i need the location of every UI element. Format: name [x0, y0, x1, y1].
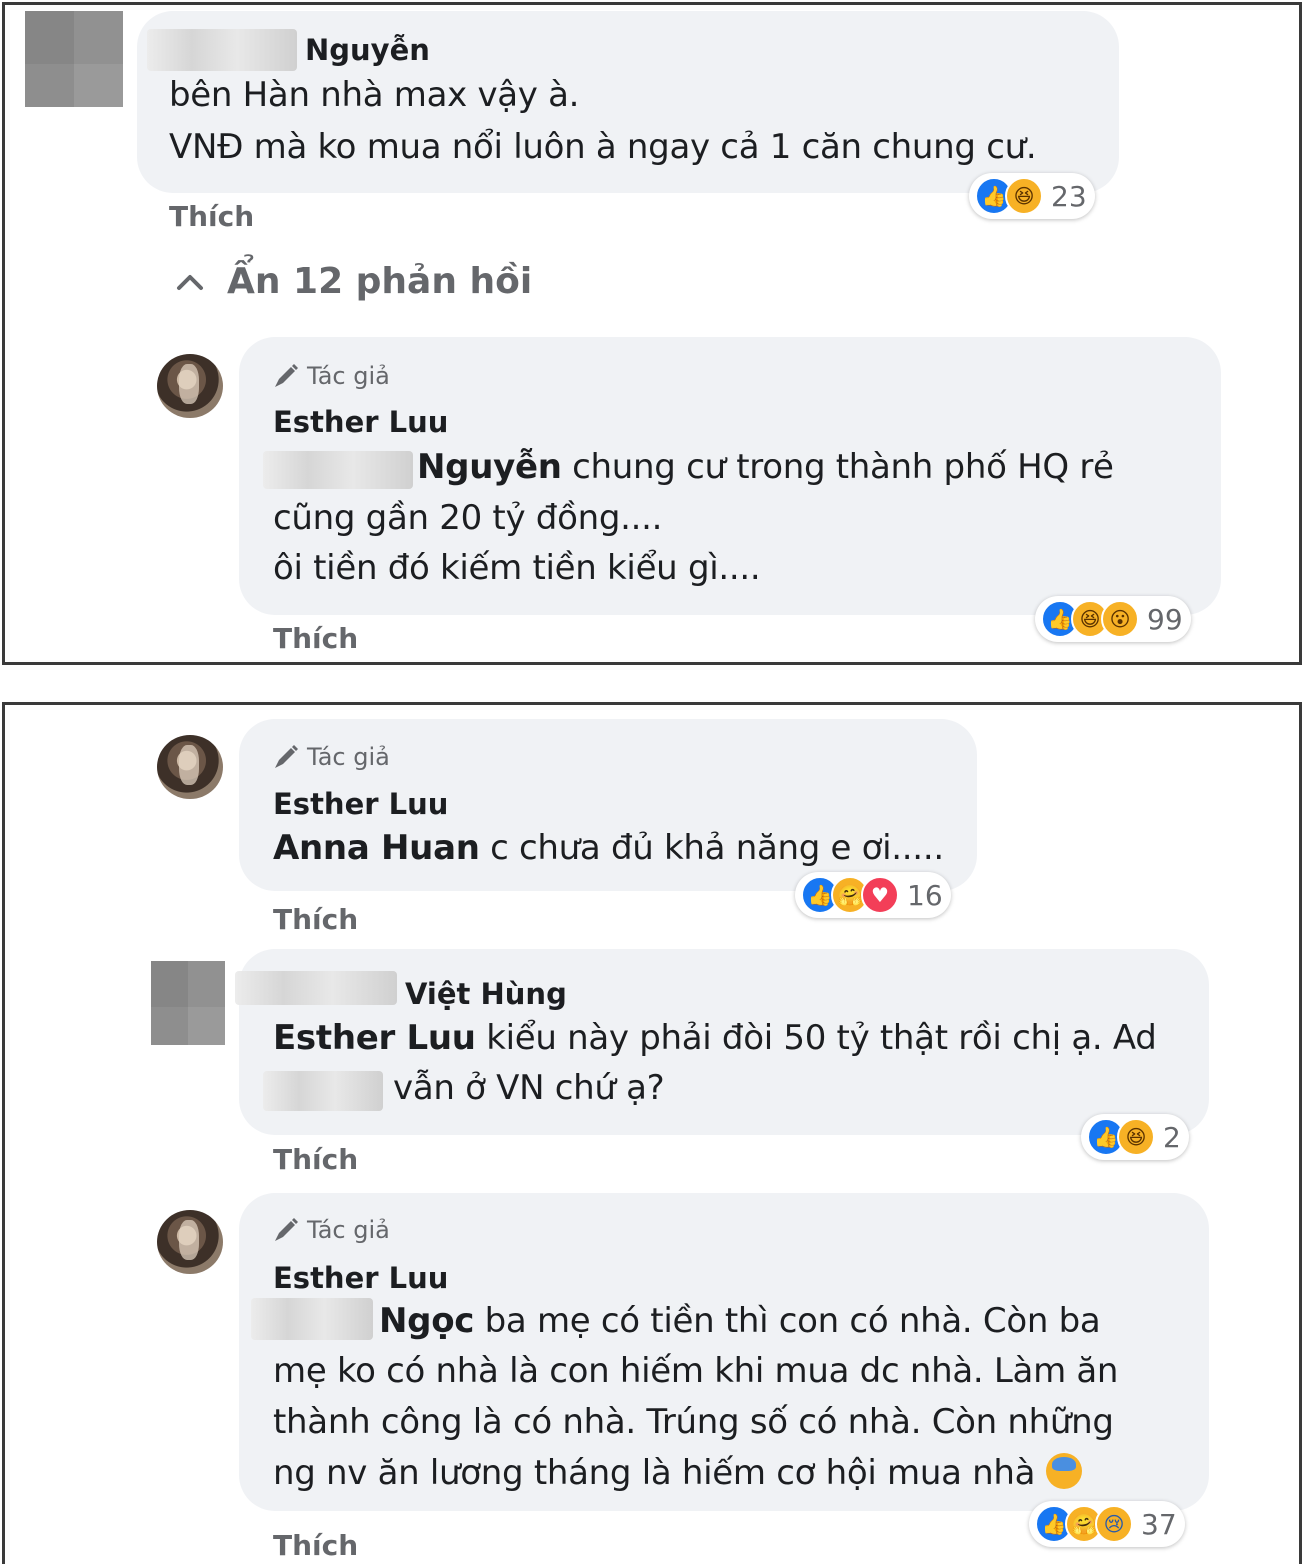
- comment-text-line: ôi tiền đó kiếm tiền kiểu gì....: [273, 548, 761, 588]
- reaction-summary[interactable]: 👍 😆 2: [1081, 1114, 1189, 1160]
- blurred-name: [251, 1298, 373, 1340]
- pen-icon: [275, 1218, 298, 1241]
- reaction-count: 16: [907, 878, 943, 912]
- comment-author[interactable]: Esther Luu: [273, 787, 448, 821]
- reaction-count: 23: [1051, 179, 1087, 213]
- pen-icon: [275, 745, 298, 768]
- reaction-summary[interactable]: 👍 🤗 😢 37: [1029, 1501, 1185, 1547]
- blurred-name: [263, 1071, 383, 1111]
- author-badge: Tác giả: [271, 361, 390, 391]
- haha-icon: 😆: [1005, 177, 1043, 215]
- blurred-name: [147, 29, 297, 71]
- comment-text-line: VNĐ mà ko mua nổi luôn à ngay cả 1 căn c…: [169, 127, 1037, 167]
- reaction-count: 2: [1163, 1120, 1181, 1154]
- comment-text-line: Ngọc ba mẹ có tiền thì con có nhà. Còn b…: [379, 1301, 1101, 1341]
- comment-screenshot-panel-2: Tác giả Esther Luu Anna Huan c chưa đủ k…: [2, 702, 1302, 1564]
- author-badge: Tác giả: [271, 1215, 390, 1245]
- comment-text-line: Anna Huan c chưa đủ khả năng e ơi.....: [273, 828, 944, 868]
- blurred-name: [263, 451, 413, 489]
- author-badge-label: Tác giả: [307, 362, 390, 390]
- comment-text-line: ng nv ăn lương tháng là hiếm cơ hội mua …: [273, 1452, 1082, 1493]
- like-button[interactable]: Thích: [273, 1529, 358, 1562]
- reaction-summary[interactable]: 👍 😆 23: [969, 173, 1095, 219]
- like-button[interactable]: Thích: [273, 622, 358, 655]
- comment-author[interactable]: Việt Hùng: [405, 977, 567, 1011]
- reaction-summary[interactable]: 👍 😆 😮 99: [1035, 596, 1191, 642]
- comment-author[interactable]: Esther Luu: [273, 405, 448, 439]
- comment-text-line: Nguyễn chung cư trong thành phố HQ rẻ: [417, 447, 1114, 487]
- sad-icon: 😢: [1095, 1505, 1133, 1543]
- author-badge: Tác giả: [271, 742, 390, 772]
- mention[interactable]: Esther Luu: [273, 1018, 476, 1058]
- avatar[interactable]: [157, 1210, 223, 1274]
- anxious-face-icon: [1045, 1452, 1082, 1489]
- comment-text-line: thành công là có nhà. Trúng số có nhà. C…: [273, 1402, 1114, 1442]
- comment-author[interactable]: Esther Luu: [273, 1261, 448, 1295]
- comment-text-line: mẹ ko có nhà là con hiếm khi mua dc nhà.…: [273, 1351, 1119, 1391]
- hide-replies-label: Ẩn 12 phản hồi: [227, 261, 533, 302]
- like-button[interactable]: Thích: [169, 200, 254, 233]
- comment-text-line: Esther Luu kiểu này phải đòi 50 tỷ thật …: [273, 1018, 1157, 1058]
- avatar[interactable]: [25, 11, 123, 107]
- comment-screenshot-panel-1: Nguyễn bên Hàn nhà max vậy à. VNĐ mà ko …: [2, 2, 1302, 665]
- avatar[interactable]: [157, 354, 223, 418]
- comment-text-line: bên Hàn nhà max vậy à.: [169, 75, 580, 115]
- comment-text-line: cũng gần 20 tỷ đồng....: [273, 498, 663, 538]
- author-badge-label: Tác giả: [307, 1216, 390, 1244]
- reaction-count: 37: [1141, 1507, 1177, 1541]
- mention[interactable]: Ngọc: [379, 1301, 474, 1341]
- love-icon: ♥: [861, 876, 899, 914]
- avatar[interactable]: [151, 961, 225, 1045]
- wow-icon: 😮: [1101, 600, 1139, 638]
- like-button[interactable]: Thích: [273, 1143, 358, 1176]
- chevron-up-icon: [177, 274, 203, 290]
- mention[interactable]: Nguyễn: [417, 447, 562, 487]
- hide-replies-toggle[interactable]: Ẩn 12 phản hồi: [175, 261, 532, 302]
- author-badge-label: Tác giả: [307, 743, 390, 771]
- pen-icon: [275, 364, 298, 387]
- reaction-summary[interactable]: 👍 🤗 ♥ 16: [795, 872, 951, 918]
- reaction-count: 99: [1147, 602, 1183, 636]
- avatar[interactable]: [157, 735, 223, 799]
- comment-author[interactable]: Nguyễn: [305, 33, 430, 67]
- haha-icon: 😆: [1117, 1118, 1155, 1156]
- blurred-name: [235, 971, 397, 1005]
- like-button[interactable]: Thích: [273, 903, 358, 936]
- mention[interactable]: Anna Huan: [273, 828, 480, 868]
- comment-text-line: vẫn ở VN chứ ạ?: [393, 1068, 665, 1108]
